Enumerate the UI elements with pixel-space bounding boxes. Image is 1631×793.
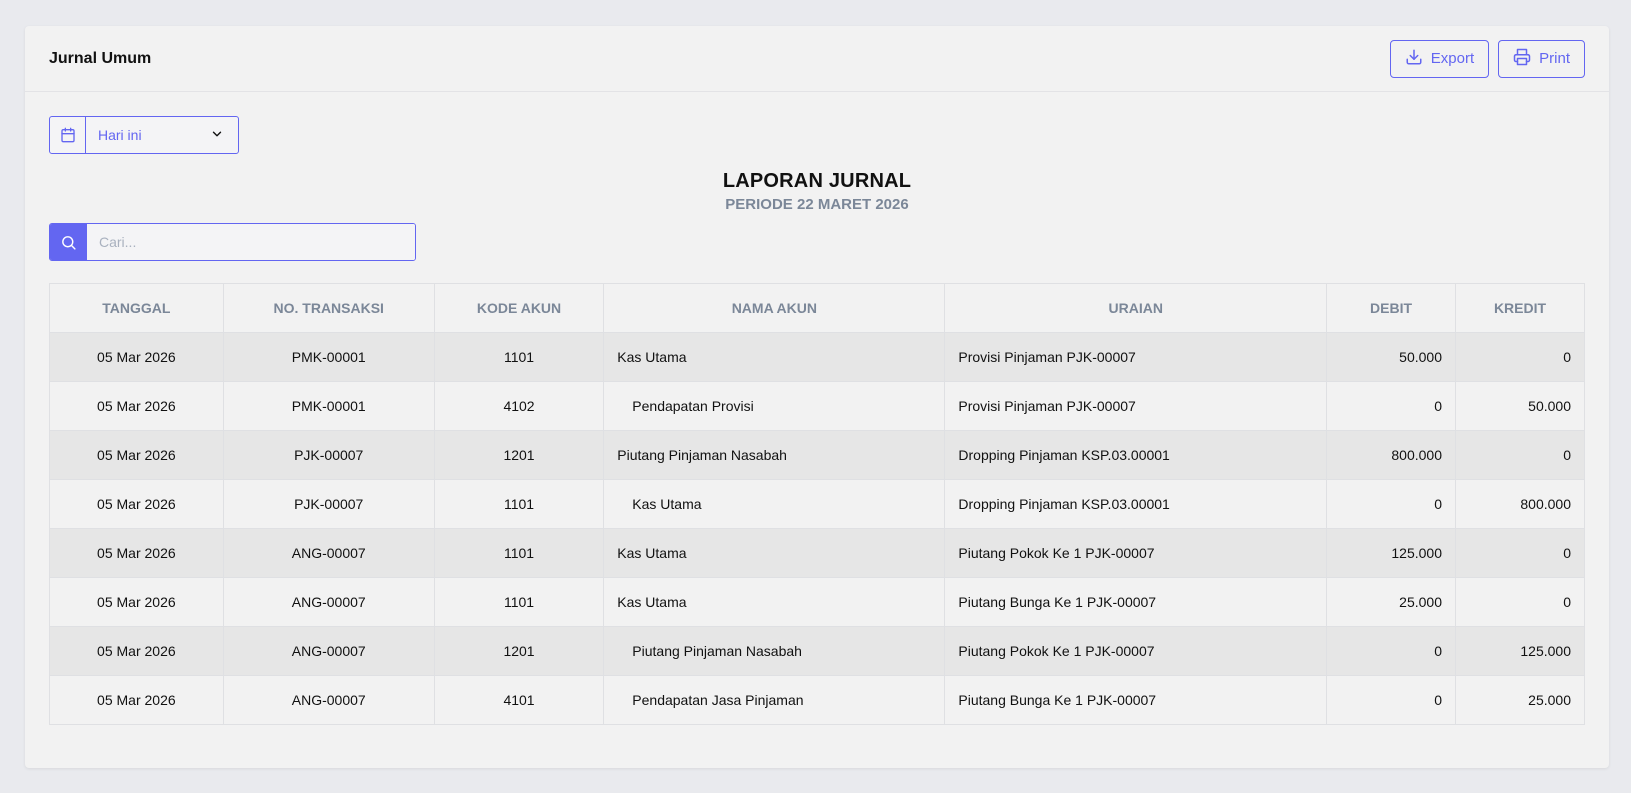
column-header-nama-akun[interactable]: NAMA AKUN — [603, 283, 946, 333]
cell-transaction-no: PMK-00001 — [222, 381, 435, 431]
search-box — [49, 223, 416, 261]
export-button[interactable]: Export — [1389, 39, 1490, 78]
column-header-no-transaksi[interactable]: NO. TRANSAKSI — [222, 283, 435, 333]
cell-debit: 0 — [1326, 381, 1456, 431]
table-row[interactable]: 05 Mar 2026 ANG-00007 1201 Piutang Pinjaman… — [49, 626, 1585, 676]
search-icon[interactable] — [50, 224, 87, 260]
cell-description: Dropping Pinjaman KSP.03.00001 — [944, 479, 1328, 529]
table-row[interactable]: 05 Mar 2026 PJK-00007 1201 Piutang Pinjaman… — [49, 430, 1585, 480]
cell-credit: 0 — [1455, 577, 1585, 627]
table-body: 05 Mar 2026 PMK-00001 1101 Kas Utama Provisi… — [49, 332, 1585, 725]
cell-account-name: Piutang Pinjaman Nasabah — [603, 430, 946, 480]
cell-transaction-no: ANG-00007 — [222, 528, 435, 578]
cell-transaction-no: ANG-00007 — [222, 626, 435, 676]
cell-account-code: 1101 — [433, 528, 605, 578]
cell-account-name: Kas Utama — [603, 479, 946, 529]
cell-debit: 25.000 — [1326, 577, 1456, 627]
cell-account-name: Kas Utama — [603, 577, 946, 627]
cell-account-code: 4102 — [433, 381, 605, 431]
table-row[interactable]: 05 Mar 2026 ANG-00007 1101 Kas Utama Piutang… — [49, 577, 1585, 627]
chevron-down-icon — [210, 127, 224, 144]
cell-debit: 0 — [1326, 626, 1456, 676]
cell-date: 05 Mar 2026 — [49, 381, 224, 431]
cell-account-code: 1101 — [433, 577, 605, 627]
cell-transaction-no: PMK-00001 — [222, 332, 435, 382]
cell-account-name: Piutang Pinjaman Nasabah — [603, 626, 946, 676]
journal-table: TANGGAL NO. TRANSAKSI KODE AKUN NAMA AKU… — [49, 283, 1585, 725]
table-row[interactable]: 05 Mar 2026 ANG-00007 4101 Pendapatan Jasa … — [49, 675, 1585, 725]
cell-credit: 25.000 — [1455, 675, 1585, 725]
cell-account-code: 1201 — [433, 430, 605, 480]
cell-debit: 800.000 — [1326, 430, 1456, 480]
cell-description: Dropping Pinjaman KSP.03.00001 — [944, 430, 1328, 480]
page-title: Jurnal Umum — [49, 49, 152, 67]
column-header-uraian[interactable]: URAIAN — [944, 283, 1328, 333]
cell-account-code: 1201 — [433, 626, 605, 676]
cell-account-code: 1101 — [433, 479, 605, 529]
cell-description: Provisi Pinjaman PJK-00007 — [944, 381, 1328, 431]
cell-description: Piutang Bunga Ke 1 PJK-00007 — [944, 577, 1328, 627]
cell-date: 05 Mar 2026 — [49, 577, 224, 627]
cell-date: 05 Mar 2026 — [49, 430, 224, 480]
cell-account-code: 1101 — [433, 332, 605, 382]
table-row[interactable]: 05 Mar 2026 ANG-00007 1101 Kas Utama Piutang… — [49, 528, 1585, 578]
table-row[interactable]: 05 Mar 2026 PMK-00001 4102 Pendapatan Provi… — [49, 381, 1585, 431]
column-header-debit[interactable]: DEBIT — [1326, 283, 1456, 333]
cell-credit: 0 — [1455, 528, 1585, 578]
cell-debit: 0 — [1326, 479, 1456, 529]
column-header-kredit[interactable]: KREDIT — [1455, 283, 1585, 333]
card-header: Jurnal Umum Export Print — [25, 26, 1609, 92]
date-range-value: Hari ini — [98, 127, 142, 143]
cell-credit: 125.000 — [1455, 626, 1585, 676]
cell-description: Piutang Pokok Ke 1 PJK-00007 — [944, 528, 1328, 578]
cell-credit: 50.000 — [1455, 381, 1585, 431]
cell-account-name: Pendapatan Jasa Pinjaman — [603, 675, 946, 725]
cell-transaction-no: PJK-00007 — [222, 430, 435, 480]
download-icon — [1405, 48, 1423, 70]
cell-credit: 0 — [1455, 430, 1585, 480]
cell-transaction-no: ANG-00007 — [222, 577, 435, 627]
date-range-select[interactable]: Hari ini — [49, 116, 239, 154]
column-header-tanggal[interactable]: TANGGAL — [49, 283, 224, 333]
column-header-kode-akun[interactable]: KODE AKUN — [433, 283, 605, 333]
card-body: Hari ini LAPORAN JURNAL PERIODE 22 MARET… — [25, 92, 1609, 749]
cell-date: 05 Mar 2026 — [49, 479, 224, 529]
calendar-icon — [50, 117, 86, 153]
cell-transaction-no: PJK-00007 — [222, 479, 435, 529]
header-actions: Export Print — [1389, 39, 1585, 78]
table-row[interactable]: 05 Mar 2026 PJK-00007 1101 Kas Utama Droppin… — [49, 479, 1585, 529]
cell-account-name: Kas Utama — [603, 528, 946, 578]
cell-date: 05 Mar 2026 — [49, 626, 224, 676]
cell-description: Piutang Bunga Ke 1 PJK-00007 — [944, 675, 1328, 725]
print-label: Print — [1539, 50, 1570, 67]
cell-account-name: Pendapatan Provisi — [603, 381, 946, 431]
table-header-row: TANGGAL NO. TRANSAKSI KODE AKUN NAMA AKU… — [49, 283, 1585, 333]
cell-debit: 125.000 — [1326, 528, 1456, 578]
cell-debit: 50.000 — [1326, 332, 1456, 382]
report-title: LAPORAN JURNAL — [722, 170, 912, 192]
report-period: PERIODE 22 MARET 2026 — [725, 196, 909, 213]
printer-icon — [1513, 48, 1531, 70]
cell-date: 05 Mar 2026 — [49, 528, 224, 578]
cell-account-code: 4101 — [433, 675, 605, 725]
cell-description: Piutang Pokok Ke 1 PJK-00007 — [944, 626, 1328, 676]
cell-transaction-no: ANG-00007 — [222, 675, 435, 725]
table-row[interactable]: 05 Mar 2026 PMK-00001 1101 Kas Utama Provisi… — [49, 332, 1585, 382]
cell-debit: 0 — [1326, 675, 1456, 725]
cell-date: 05 Mar 2026 — [49, 332, 224, 382]
cell-description: Provisi Pinjaman PJK-00007 — [944, 332, 1328, 382]
cell-date: 05 Mar 2026 — [49, 675, 224, 725]
print-button[interactable]: Print — [1498, 39, 1585, 78]
report-heading: LAPORAN JURNAL PERIODE 22 MARET 2026 — [49, 170, 1585, 213]
search-input[interactable] — [87, 224, 415, 260]
cell-credit: 800.000 — [1455, 479, 1585, 529]
export-label: Export — [1430, 50, 1475, 67]
journal-card: Jurnal Umum Export Print Hari ini LAPORA… — [25, 26, 1609, 768]
cell-credit: 0 — [1455, 332, 1585, 382]
cell-account-name: Kas Utama — [603, 332, 946, 382]
